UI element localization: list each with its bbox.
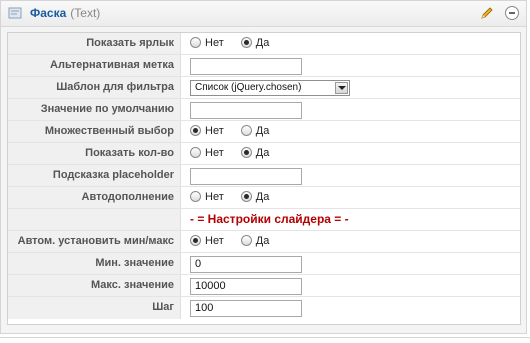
option-label: Нет	[205, 37, 224, 49]
show-label-no[interactable]: Нет	[190, 33, 224, 54]
row-filter-template: Шаблон для фильтра Список (jQuery.chosen…	[8, 77, 520, 99]
alt-label-label: Альтернативная метка	[8, 55, 181, 76]
autocomplete-options: Нет Да	[190, 187, 283, 208]
field-settings-icon	[8, 7, 22, 19]
auto-minmax-yes[interactable]: Да	[240, 231, 270, 252]
multiple-no[interactable]: Нет	[190, 121, 224, 142]
multiple-label: Множественный выбор	[8, 121, 181, 142]
show-count-no[interactable]: Нет	[190, 143, 224, 164]
chevron-down-icon[interactable]	[335, 82, 348, 94]
show-count-options: Нет Да	[190, 143, 283, 164]
autocomplete-no[interactable]: Нет	[190, 187, 224, 208]
radio-icon	[240, 125, 252, 136]
row-slider-section: - = Настройки слайдера = -	[8, 209, 520, 231]
filter-template-select[interactable]: Список (jQuery.chosen)	[190, 80, 350, 96]
show-count-yes[interactable]: Да	[240, 143, 270, 164]
radio-checked-icon	[240, 191, 252, 202]
placeholder-input[interactable]	[190, 168, 302, 185]
radio-checked-icon	[190, 235, 201, 246]
radio-checked-icon	[190, 125, 201, 136]
row-placeholder: Подсказка placeholder	[8, 165, 520, 187]
radio-checked-icon	[240, 37, 252, 48]
show-label-yes[interactable]: Да	[240, 33, 270, 54]
option-label: Нет	[205, 191, 224, 203]
row-autocomplete: Автодополнение Нет Да	[8, 187, 520, 209]
alt-label-input[interactable]	[190, 58, 302, 75]
default-value-label: Значение по умолчанию	[8, 99, 181, 120]
divider	[0, 337, 530, 338]
autocomplete-yes[interactable]: Да	[240, 187, 270, 208]
row-max-value: Макс. значение 10000	[8, 275, 520, 297]
row-min-value: Мин. значение 0	[8, 253, 520, 275]
option-label: Нет	[205, 125, 224, 137]
autocomplete-label: Автодополнение	[8, 187, 181, 208]
row-auto-minmax: Автом. установить мин/макс Нет Да	[8, 231, 520, 253]
auto-minmax-no[interactable]: Нет	[190, 231, 224, 252]
show-label-options: Нет Да	[190, 33, 283, 54]
field-type: (Text)	[70, 6, 101, 20]
radio-icon	[190, 191, 201, 202]
slider-section-heading: - = Настройки слайдера = -	[190, 212, 349, 226]
option-label: Да	[255, 235, 270, 247]
max-value-label: Макс. значение	[8, 275, 181, 296]
step-input[interactable]: 100	[190, 300, 302, 317]
pencil-icon[interactable]	[479, 5, 495, 21]
row-show-label: Показать ярлык Нет Да	[8, 33, 520, 55]
default-value-input[interactable]	[190, 102, 302, 119]
min-value-input[interactable]: 0	[190, 256, 302, 273]
settings-table: Показать ярлык Нет Да Альтернативная мет…	[7, 32, 521, 325]
auto-minmax-options: Нет Да	[190, 231, 283, 252]
row-step: Шаг 100	[8, 297, 520, 319]
option-label: Нет	[205, 147, 224, 159]
option-label: Да	[255, 191, 270, 203]
option-label: Да	[255, 125, 270, 137]
radio-checked-icon	[240, 147, 252, 158]
show-label-label: Показать ярлык	[8, 33, 181, 54]
row-default-value: Значение по умолчанию	[8, 99, 520, 121]
multiple-options: Нет Да	[190, 121, 283, 142]
radio-icon	[240, 235, 252, 246]
max-value-input[interactable]: 10000	[190, 278, 302, 295]
row-alt-label: Альтернативная метка	[8, 55, 520, 77]
auto-minmax-label: Автом. установить мин/макс	[8, 231, 181, 252]
step-label: Шаг	[8, 297, 181, 319]
option-label: Да	[255, 37, 270, 49]
min-value-label: Мин. значение	[8, 253, 181, 274]
panel-header: Фаска (Text)	[1, 1, 526, 27]
panel-title: Фаска (Text)	[30, 6, 100, 20]
option-label: Нет	[205, 235, 224, 247]
radio-icon	[190, 147, 201, 158]
field-settings-panel: Фаска (Text) Показать ярлык Нет Да Альтер…	[0, 0, 527, 334]
placeholder-label: Подсказка placeholder	[8, 165, 181, 186]
show-count-label: Показать кол-во	[8, 143, 181, 164]
delete-icon[interactable]	[504, 5, 520, 21]
filter-template-label: Шаблон для фильтра	[8, 77, 181, 98]
row-multiple: Множественный выбор Нет Да	[8, 121, 520, 143]
option-label: Да	[255, 147, 270, 159]
slider-section-label-cell	[8, 209, 181, 230]
field-name: Фаска	[30, 6, 67, 20]
multiple-yes[interactable]: Да	[240, 121, 270, 142]
row-show-count: Показать кол-во Нет Да	[8, 143, 520, 165]
radio-icon	[190, 37, 201, 48]
filter-template-value: Список (jQuery.chosen)	[195, 82, 302, 93]
